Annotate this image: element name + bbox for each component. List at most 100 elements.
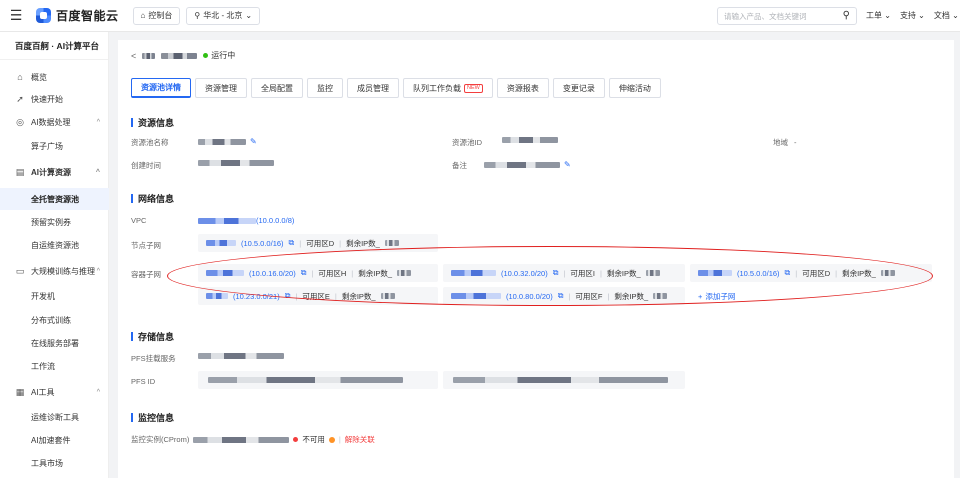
field-created-time: 创建时间	[131, 160, 161, 171]
unbind-link[interactable]: 解除关联	[345, 434, 375, 445]
tab-scaling-activity[interactable]: 伸缩活动	[608, 78, 661, 98]
external-link-icon[interactable]: ⧉	[785, 268, 791, 278]
sidebar-item-ops-diagnosis[interactable]: 运维诊断工具	[0, 406, 109, 428]
external-link-icon[interactable]: ⧉	[285, 291, 291, 301]
subnet-cidr[interactable]: (10.23.0.0/21)	[233, 292, 280, 301]
status-text: 运行中	[211, 51, 236, 60]
sidebar-item-ai-data[interactable]: ◎ AI数据处理 ^	[0, 111, 109, 133]
sidebar-item-label: 预留实例券	[31, 217, 71, 227]
tab-queue-workload[interactable]: 队列工作负载 NEW	[403, 78, 493, 98]
redacted-value	[198, 138, 246, 145]
redacted-subnet-name	[206, 240, 236, 246]
top-link-support[interactable]: 支持 ⌄	[900, 10, 925, 21]
menu-icon[interactable]: ☰	[0, 7, 32, 24]
tab-resource-report[interactable]: 资源报表	[496, 78, 549, 98]
sidebar-item-quickstart[interactable]: ➚ 快速开始	[0, 88, 109, 110]
redacted-subnet-name	[451, 270, 496, 276]
sidebar-item-dev-machine[interactable]: 开发机	[0, 285, 109, 307]
sidebar-item-label: AI工具	[31, 387, 55, 397]
location-icon: ⚲	[194, 11, 201, 20]
field-created-time-value	[198, 160, 274, 166]
detail-card: < 运行中 资源池详情 资源管理 全局配置 监控 成员管理 队列工作负载 NEW …	[118, 40, 954, 478]
redacted-subnet-name	[698, 270, 732, 276]
tab-member-management[interactable]: 成员管理	[347, 78, 399, 98]
tab-global-config[interactable]: 全局配置	[251, 78, 303, 98]
vpc-cidr[interactable]: (10.0.0.0/8)	[256, 216, 294, 225]
sidebar-item-label: AI数据处理	[31, 117, 71, 127]
chevron-up-icon: ^	[96, 388, 100, 396]
sidebar-item-label: 算子广场	[31, 141, 63, 151]
redacted-value	[208, 377, 403, 383]
grid-icon: ▦	[15, 386, 25, 397]
sidebar-item-ai-tools[interactable]: ▦ AI工具 ^	[0, 381, 109, 403]
redacted-subnet-name	[451, 293, 501, 299]
redacted-value	[198, 353, 284, 359]
tab-resource-management[interactable]: 资源管理	[195, 78, 247, 98]
sidebar-item-self-ops-pool[interactable]: 自运维资源池	[0, 234, 109, 256]
tab-change-log[interactable]: 变更记录	[552, 78, 605, 98]
top-link-docs[interactable]: 文档 ⌄	[934, 10, 959, 21]
divider: |	[607, 291, 610, 301]
divider: |	[299, 238, 302, 248]
sidebar-item-online-deploy[interactable]: 在线服务部署	[0, 332, 109, 354]
field-remark-value: ✎	[484, 160, 571, 169]
external-link-icon[interactable]: ⧉	[301, 268, 307, 278]
redacted-value	[198, 160, 274, 166]
top-link-ticket[interactable]: 工单 ⌄	[866, 10, 891, 21]
redacted-value	[397, 270, 412, 276]
brand-name: 百度智能云	[56, 9, 119, 23]
field-monitor-instance: 监控实例(CProm) 不可用 | 解除关联	[131, 434, 375, 445]
back-icon[interactable]: <	[131, 51, 136, 61]
divider: |	[338, 435, 341, 444]
external-link-icon[interactable]: ⧉	[289, 238, 295, 248]
subnet-cidr[interactable]: (10.5.0.0/16)	[241, 239, 284, 248]
field-label: 地域	[773, 138, 788, 147]
edit-icon[interactable]: ✎	[250, 137, 257, 146]
field-vpc-value: (10.0.0.0/8)	[198, 216, 294, 225]
pool-name-redacted	[142, 52, 156, 59]
sidebar-item-label: 分布式训练	[31, 315, 71, 325]
status-dot-icon	[203, 53, 209, 58]
field-pfs-service-value	[198, 353, 284, 359]
sidebar-item-label: 自运维资源池	[31, 240, 79, 250]
tab-queue-workload-label: 队列工作负载	[413, 83, 461, 93]
sidebar-item-ai-compute[interactable]: ▤ AI计算资源 ^	[0, 161, 109, 183]
console-button[interactable]: ⌂ 控制台	[132, 6, 181, 25]
subnet-cidr[interactable]: (10.0.16.0/20)	[249, 269, 296, 278]
sidebar-item-overview[interactable]: ⌂ 概览	[0, 66, 109, 88]
tab-pool-detail[interactable]: 资源池详情	[131, 78, 191, 98]
subnet-cidr[interactable]: (10.5.0.0/16)	[737, 269, 780, 278]
tab-monitor[interactable]: 监控	[307, 78, 343, 98]
external-link-icon[interactable]: ⧉	[553, 268, 559, 278]
subnet-remain-ip: 剩余IP数_	[346, 238, 380, 248]
sidebar-item-managed-pool[interactable]: 全托管资源池	[0, 188, 109, 210]
add-subnet-button[interactable]: + 添加子网	[698, 291, 735, 302]
redacted-value	[193, 436, 290, 443]
chevron-up-icon: ^	[95, 168, 100, 176]
subnet-zone: 可用区D	[802, 268, 831, 278]
sidebar-item-ai-accel[interactable]: AI加速套件	[0, 429, 109, 451]
external-link-icon[interactable]: ⧉	[558, 291, 564, 301]
sidebar-item-tool-market[interactable]: 工具市场	[0, 452, 109, 474]
container-subnet-item: (10.0.80.0/20) ⧉ | 可用区F | 剩余IP数_	[443, 287, 685, 305]
redacted-subnet-name	[206, 293, 228, 299]
monitor-icon: ▭	[15, 265, 25, 276]
subnet-cidr[interactable]: (10.0.80.0/20)	[506, 292, 553, 301]
divider: |	[339, 238, 342, 248]
search-icon[interactable]: ⚲	[843, 10, 850, 21]
breadcrumb: < 运行中	[131, 50, 235, 61]
sidebar-item-workflow[interactable]: 工作流	[0, 355, 109, 377]
field-label: PFS挂载服务	[131, 354, 176, 363]
brand-logo[interactable]: 百度智能云	[36, 7, 119, 24]
field-label: 监控实例(CProm)	[131, 435, 190, 444]
subnet-cidr[interactable]: (10.0.32.0/20)	[501, 269, 548, 278]
search-placeholder: 请输入产品、文档关键词	[724, 11, 807, 21]
sidebar-item-reserved-voucher[interactable]: 预留实例券	[0, 211, 109, 233]
sidebar-item-large-training[interactable]: ▭ 大规模训练与推理 ^	[0, 260, 109, 282]
unavailable-status-icon	[293, 437, 299, 442]
region-selector[interactable]: ⚲ 华北 - 北京 ⌄	[186, 6, 261, 25]
search-input[interactable]: 请输入产品、文档关键词 ⚲	[717, 7, 857, 25]
sidebar-item-operator-square[interactable]: 算子广场	[0, 135, 109, 157]
sidebar-item-distributed-training[interactable]: 分布式训练	[0, 309, 109, 331]
edit-icon[interactable]: ✎	[564, 160, 571, 169]
